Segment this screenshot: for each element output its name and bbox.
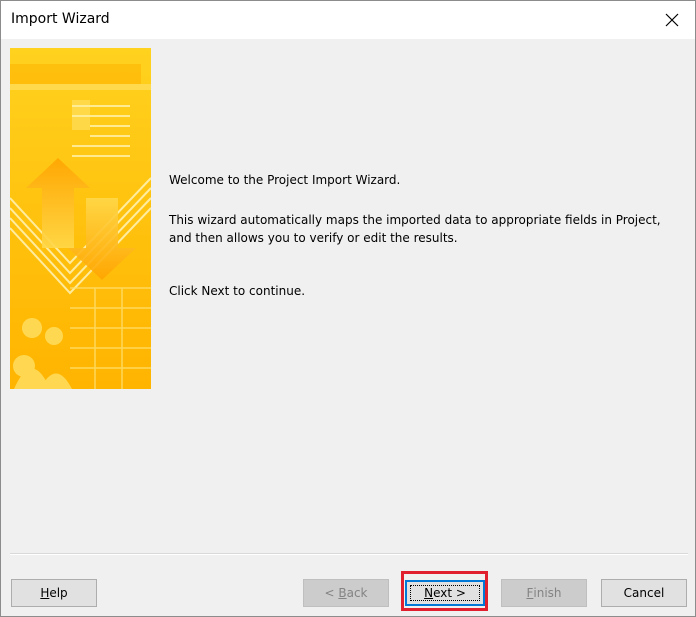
next-button[interactable]: Next > (405, 580, 485, 606)
close-icon (665, 13, 679, 27)
next-label-rest: ext > (433, 586, 466, 600)
back-button[interactable]: < Back (303, 579, 389, 607)
cancel-label: Cancel (623, 586, 665, 600)
welcome-text: Welcome to the Project Import Wizard. (169, 173, 401, 187)
title-bar: Import Wizard (1, 1, 695, 39)
import-wizard-dialog: Import Wizard Welcome to the Project Imp… (0, 0, 696, 617)
window-title: Import Wizard (11, 11, 110, 27)
help-mnemonic: H (40, 586, 50, 600)
finish-button[interactable]: Finish (501, 579, 587, 607)
next-mnemonic: N (424, 586, 434, 600)
finish-label-rest: inish (533, 586, 562, 600)
footer-separator (10, 553, 688, 555)
back-prefix: < (324, 586, 339, 600)
description-text: This wizard automatically maps the impor… (169, 213, 661, 245)
cancel-button[interactable]: Cancel (601, 579, 687, 607)
wizard-banner-image (10, 48, 151, 389)
back-label-rest: ack (346, 586, 368, 600)
back-mnemonic: B (338, 586, 347, 600)
help-label-rest: elp (49, 586, 68, 600)
instruction-text: Click Next to continue. (169, 284, 306, 298)
close-button[interactable] (649, 1, 695, 39)
help-button[interactable]: Help (11, 579, 97, 607)
finish-mnemonic: F (526, 586, 534, 600)
